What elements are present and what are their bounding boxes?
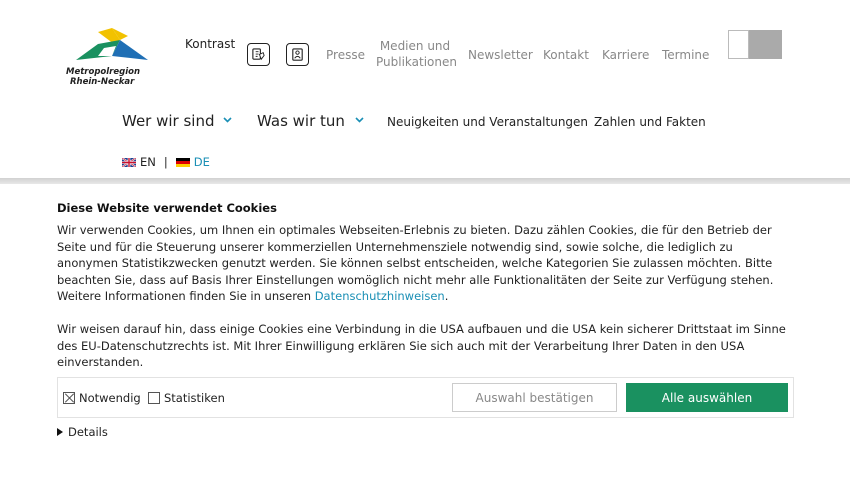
logo-text-line1: Metropolregion <box>66 67 141 77</box>
accept-all-button[interactable]: Alle auswählen <box>626 383 788 412</box>
cookie-consent-panel: Diese Website verwendet Cookies Wir verw… <box>0 184 850 500</box>
privacy-link[interactable]: Datenschutzhinweisen <box>315 289 445 303</box>
nav-item-wer-wir-sind[interactable]: Wer wir sind <box>122 112 215 130</box>
confirm-selection-button[interactable]: Auswahl bestätigen <box>452 383 617 412</box>
cookie-paragraph-1: Wir verwenden Cookies, um Ihnen ein opti… <box>57 222 797 305</box>
language-separator: | <box>163 155 168 169</box>
details-label: Details <box>68 425 108 439</box>
checkbox-notwendig-label: Notwendig <box>79 391 141 405</box>
checkbox-unchecked-icon[interactable] <box>148 392 160 404</box>
nav-item-was-wir-tun[interactable]: Was wir tun <box>257 112 345 130</box>
sign-language-button[interactable] <box>247 43 270 66</box>
main-navigation: Wer wir sind Was wir tun Neuigkeiten und… <box>0 112 850 132</box>
top-link-medien-und-publikationen[interactable]: Medien und Publikationen <box>376 38 457 70</box>
chevron-down-icon[interactable] <box>223 117 232 123</box>
cookie-paragraph-2: Wir weisen darauf hin, dass einige Cooki… <box>57 322 786 370</box>
logo-mark-icon <box>76 28 148 60</box>
cookie-title: Diese Website verwendet Cookies <box>57 201 277 215</box>
sign-language-icon <box>252 48 265 61</box>
site-header: Metropolregion Rhein-Neckar Kontrast Pre… <box>0 0 850 182</box>
chevron-down-icon[interactable] <box>355 117 364 123</box>
logo-text-line2: Rhein-Neckar <box>70 77 135 87</box>
top-link-presse[interactable]: Presse <box>326 47 365 63</box>
checkbox-notwendig[interactable]: Notwendig <box>63 391 141 405</box>
uk-flag-icon <box>122 157 136 167</box>
german-flag-icon <box>175 157 190 167</box>
checkbox-checked-icon[interactable] <box>63 392 75 404</box>
nav-item-zahlen-und-fakten[interactable]: Zahlen und Fakten <box>594 115 706 129</box>
easy-language-icon <box>292 48 303 61</box>
top-link-termine[interactable]: Termine <box>662 47 709 63</box>
details-toggle[interactable]: Details <box>57 425 108 439</box>
site-logo[interactable]: Metropolregion Rhein-Neckar <box>64 26 154 88</box>
cookie-paragraph-1-end: . <box>444 289 449 304</box>
language-de[interactable]: DE <box>194 155 210 169</box>
checkbox-statistiken-label: Statistiken <box>164 391 225 405</box>
contrast-swatch-grey[interactable] <box>749 30 782 59</box>
nav-item-neuigkeiten-und-veranstaltungen[interactable]: Neuigkeiten und Veranstaltungen <box>387 115 588 129</box>
top-link-karriere[interactable]: Karriere <box>602 47 649 63</box>
contrast-label: Kontrast <box>185 37 236 51</box>
language-en[interactable]: EN <box>140 155 156 169</box>
contrast-swatch-white[interactable] <box>728 30 749 59</box>
consent-options-bar: Notwendig Statistiken Auswahl bestätigen… <box>57 377 794 418</box>
top-link-kontakt[interactable]: Kontakt <box>543 47 589 63</box>
disclosure-triangle-icon <box>57 428 63 436</box>
checkbox-statistiken[interactable]: Statistiken <box>148 391 225 405</box>
easy-language-button[interactable] <box>286 43 309 66</box>
top-link-newsletter[interactable]: Newsletter <box>468 47 533 63</box>
language-switcher: EN | DE <box>122 155 210 169</box>
